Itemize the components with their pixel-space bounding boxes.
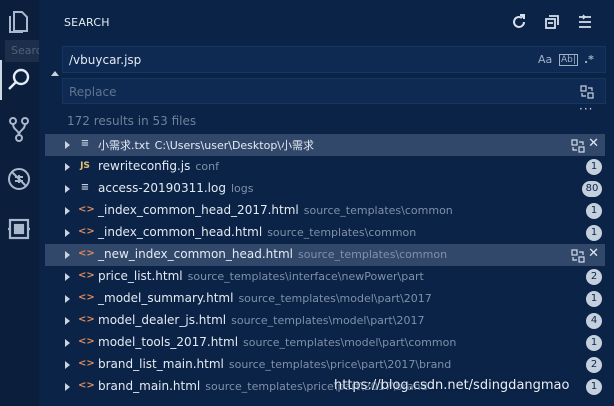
chevron-right-icon[interactable] xyxy=(65,185,70,193)
match-count-badge: 80 xyxy=(582,181,602,197)
chevron-right-icon[interactable] xyxy=(65,229,70,237)
result-row[interactable]: <> price_list.html source_templates\inter… xyxy=(45,266,605,288)
replace-all-in-file-icon[interactable] xyxy=(571,248,585,263)
active-indicator xyxy=(0,60,2,100)
match-count-badge: 1 xyxy=(586,159,602,175)
html-file-icon: <> xyxy=(78,270,95,281)
result-row[interactable]: <> _new_index_common_head.html source_tem… xyxy=(45,244,605,266)
file-name: _index_common_head.html source_templates\… xyxy=(98,225,417,239)
file-name: _new_index_common_head.html source_templa… xyxy=(98,247,448,261)
search-icon[interactable] xyxy=(5,66,33,94)
html-file-icon: <> xyxy=(78,226,95,237)
match-count-badge: 2 xyxy=(586,269,602,285)
chevron-right-icon[interactable] xyxy=(65,273,70,281)
panel-title: SEARCH xyxy=(64,16,110,29)
chevron-right-icon[interactable] xyxy=(65,141,70,149)
source-control-icon[interactable] xyxy=(5,115,33,143)
replace-input[interactable]: Replace xyxy=(62,78,606,104)
file-name: _index_common_head_2017.html source_templ… xyxy=(98,203,453,217)
chevron-right-icon[interactable] xyxy=(65,207,70,215)
result-row[interactable]: ≡ access-20190311.log logs 80 xyxy=(45,178,605,200)
match-count-badge: 1 xyxy=(586,225,602,241)
results-summary: 172 results in 53 files xyxy=(67,114,197,128)
result-row[interactable]: <> brand_list_main.html source_templates\… xyxy=(45,354,605,376)
html-file-icon: <> xyxy=(78,358,95,369)
file-name: model_dealer_js.html source_templates\mod… xyxy=(98,313,425,327)
search-input[interactable]: /vbuycar.jsp Aa Ab| .* xyxy=(62,46,606,73)
replace-placeholder: Replace xyxy=(69,85,117,99)
file-name: rewriteconfig.js conf xyxy=(98,159,219,173)
panel-header: SEARCH xyxy=(39,0,614,46)
extensions-icon[interactable] xyxy=(5,215,33,243)
match-count-badge: 1 xyxy=(586,291,602,307)
js-file-icon: JS xyxy=(80,161,90,171)
replace-all-icon[interactable] xyxy=(580,84,594,99)
result-row[interactable]: <> _model_summary.html source_templates\m… xyxy=(45,288,605,310)
file-name: 小需求.txt C:\Users\user\Desktop\小需求 xyxy=(98,139,315,152)
html-file-icon: <> xyxy=(78,380,95,391)
html-file-icon: <> xyxy=(78,204,95,215)
match-count-badge: 2 xyxy=(586,357,602,373)
text-file-icon: ≡ xyxy=(80,182,90,193)
regex-toggle[interactable]: .* xyxy=(584,53,594,66)
explorer-icon[interactable] xyxy=(5,8,33,36)
result-row[interactable]: ≡ 小需求.txt C:\Users\user\Desktop\小需求 ✕ xyxy=(45,134,605,156)
file-name: model_tools_2017.html source_templates\mo… xyxy=(98,335,457,349)
match-count-badge: 4 xyxy=(586,313,602,329)
html-file-icon: <> xyxy=(78,248,95,259)
result-row[interactable]: <> model_dealer_js.html source_templates\… xyxy=(45,310,605,332)
search-panel: SEARCH /vbuycar.jsp Aa Ab| .* Replace ··… xyxy=(39,0,614,406)
chevron-right-icon[interactable] xyxy=(65,339,70,347)
html-file-icon: <> xyxy=(78,292,95,303)
file-name: brand_list_main.html source_templates\pri… xyxy=(98,357,452,371)
text-file-icon: ≡ xyxy=(80,138,90,149)
chevron-right-icon[interactable] xyxy=(65,163,70,171)
result-row[interactable]: <> model_tools_2017.html source_templates… xyxy=(45,332,605,354)
collapse-replace-toggle[interactable] xyxy=(51,71,59,76)
html-file-icon: <> xyxy=(78,336,95,347)
html-file-icon: <> xyxy=(78,314,95,325)
match-count-badge: 1 xyxy=(586,203,602,219)
replace-all-in-file-icon[interactable] xyxy=(571,138,585,153)
match-count-badge: 1 xyxy=(586,379,602,395)
file-name: price_list.html source_templates\interfac… xyxy=(98,269,424,283)
more-options-icon[interactable]: ··· xyxy=(579,102,593,116)
match-case-toggle[interactable]: Aa xyxy=(538,53,552,66)
chevron-right-icon[interactable] xyxy=(65,251,70,259)
whole-word-toggle[interactable]: Ab| xyxy=(559,54,578,66)
file-name: access-20190311.log logs xyxy=(98,181,254,195)
result-row[interactable]: <> _index_common_head.html source_templat… xyxy=(45,222,605,244)
dismiss-icon[interactable]: ✕ xyxy=(588,136,599,151)
dismiss-icon[interactable]: ✕ xyxy=(588,246,599,261)
result-row[interactable]: <> _index_common_head_2017.html source_te… xyxy=(45,200,605,222)
chevron-right-icon[interactable] xyxy=(65,295,70,303)
refresh-icon[interactable] xyxy=(510,13,528,31)
collapse-all-icon[interactable] xyxy=(576,13,594,31)
watermark: https://blog.csdn.net/sdingdangmao xyxy=(334,378,570,393)
result-row[interactable]: JS rewriteconfig.js conf 1 xyxy=(45,156,605,178)
search-input-value[interactable]: /vbuycar.jsp xyxy=(69,53,141,67)
debug-icon[interactable] xyxy=(5,165,33,193)
clear-results-icon[interactable] xyxy=(543,13,561,31)
chevron-right-icon[interactable] xyxy=(65,317,70,325)
match-count-badge: 1 xyxy=(586,335,602,351)
chevron-right-icon[interactable] xyxy=(65,361,70,369)
file-name: _model_summary.html source_templates\mode… xyxy=(98,291,432,305)
chevron-right-icon[interactable] xyxy=(65,383,70,391)
